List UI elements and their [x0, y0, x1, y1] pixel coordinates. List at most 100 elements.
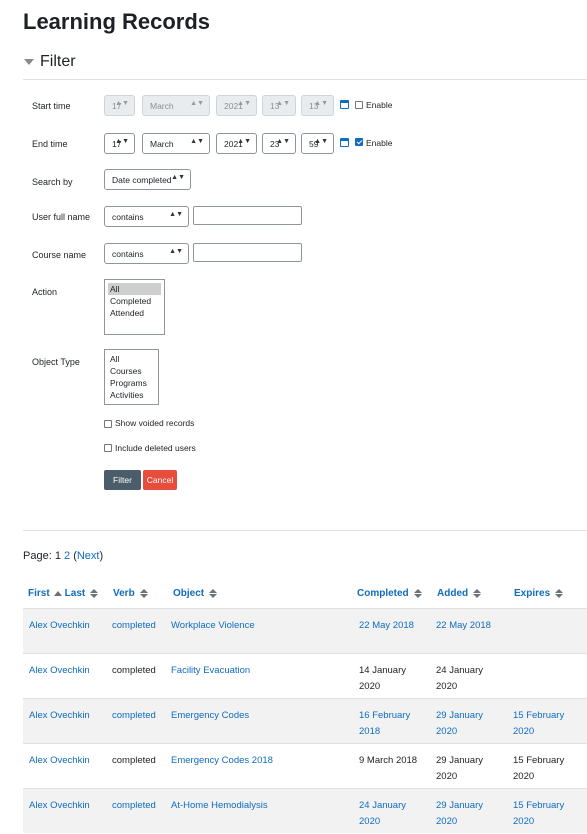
sort-icon[interactable] — [413, 589, 422, 598]
pager-page-2[interactable]: 2 — [64, 550, 70, 562]
verb-cell[interactable]: completed — [112, 618, 156, 634]
filter-button[interactable]: Filter — [104, 470, 141, 490]
user-link[interactable]: Alex Ovechkin — [29, 798, 90, 814]
added-cell-line[interactable]: 29 January — [436, 798, 483, 814]
completed-cell-line[interactable]: 2020 — [359, 814, 406, 830]
start-minute-select[interactable]: 13 ▲▼ — [301, 95, 334, 116]
object-type-option[interactable]: Activities — [108, 389, 155, 401]
select-arrows-icon: ▲▼ — [115, 138, 129, 145]
user-link[interactable]: Alex Ovechkin — [29, 663, 90, 679]
sort-icon[interactable] — [555, 589, 564, 598]
object-link[interactable]: Facility Evacuation — [171, 663, 250, 679]
action-option[interactable]: Attended — [108, 307, 161, 319]
select-arrows-icon: ▲▼ — [237, 100, 251, 107]
completed-cell[interactable]: 24 January 2020 — [359, 798, 406, 830]
end-minute-select[interactable]: 59 ▲▼ — [301, 133, 334, 154]
user-name-operator-select[interactable]: contains ▲▼ — [104, 206, 189, 227]
expires-cell-line[interactable]: 2020 — [513, 814, 564, 830]
table-row: Alex Ovechkin completed Workplace Violence… — [23, 608, 587, 653]
column-header-expires[interactable]: Expires — [514, 588, 564, 599]
sort-asc-icon[interactable] — [53, 591, 62, 596]
added-cell[interactable]: 29 January 2020 — [436, 798, 483, 830]
expires-cell[interactable]: 15 February 2020 — [513, 798, 564, 830]
sort-icon[interactable] — [209, 589, 218, 598]
expires-cell-line[interactable]: 2020 — [513, 724, 564, 740]
start-hour-select[interactable]: 13 ▲▼ — [262, 95, 296, 116]
start-year-select[interactable]: 2021 ▲▼ — [216, 95, 257, 116]
action-listbox[interactable]: All Completed Attended — [104, 279, 165, 335]
object-link[interactable]: Emergency Codes 2018 — [171, 753, 273, 769]
end-time-label: End time — [32, 139, 68, 149]
course-name-operator-select[interactable]: contains ▲▼ — [104, 243, 189, 264]
verb-cell: completed — [112, 665, 156, 676]
added-cell-line[interactable]: 2020 — [436, 814, 483, 830]
verb-cell: completed — [112, 755, 156, 766]
added-cell-line[interactable]: 22 May 2018 — [436, 618, 491, 634]
action-option[interactable]: All — [108, 283, 161, 295]
user-link[interactable]: Alex Ovechkin — [29, 618, 90, 634]
completed-cell-line[interactable]: 22 May 2018 — [359, 618, 414, 634]
expires-cell-line[interactable]: 15 February — [513, 708, 564, 724]
completed-cell-line: 2020 — [359, 681, 381, 692]
user-link[interactable]: Alex Ovechkin — [29, 753, 90, 769]
object-type-option[interactable]: All — [108, 353, 155, 365]
filter-toggle[interactable]: Filter — [24, 53, 76, 71]
end-enable-checkbox[interactable] — [355, 138, 363, 146]
expires-cell[interactable]: 15 February 2020 — [513, 708, 564, 740]
column-header-object[interactable]: Object — [173, 588, 218, 599]
cancel-button[interactable]: Cancel — [143, 470, 177, 490]
user-name-input[interactable] — [193, 206, 302, 225]
object-type-option[interactable]: Courses — [108, 365, 155, 377]
object-type-label: Object Type — [32, 357, 80, 367]
end-year-select[interactable]: 2021 ▲▼ — [216, 133, 257, 154]
object-link[interactable]: At-Home Hemodialysis — [171, 798, 268, 814]
completed-cell-line[interactable]: 2018 — [359, 724, 410, 740]
sort-icon[interactable] — [139, 589, 148, 598]
object-type-option[interactable]: Programs — [108, 377, 155, 389]
sort-icon[interactable] — [90, 589, 99, 598]
start-month-select[interactable]: March ▲▼ — [142, 95, 210, 116]
end-hour-select[interactable]: 23 ▲▼ — [262, 133, 296, 154]
course-name-input[interactable] — [193, 243, 302, 262]
show-voided-checkbox[interactable] — [104, 420, 112, 428]
end-month-select[interactable]: March ▲▼ — [142, 133, 210, 154]
object-link[interactable]: Emergency Codes — [171, 708, 249, 724]
search-by-select[interactable]: Date completed ▲▼ — [104, 169, 191, 190]
start-day-select[interactable]: 17 ▲▼ — [104, 95, 135, 116]
object-link[interactable]: Workplace Violence — [171, 618, 255, 634]
action-option[interactable]: Completed — [108, 295, 161, 307]
end-day-select[interactable]: 17 ▲▼ — [104, 133, 135, 154]
column-header-added[interactable]: Added — [437, 588, 482, 599]
sort-icon[interactable] — [473, 589, 482, 598]
start-enable-checkbox[interactable] — [355, 101, 363, 109]
search-by-label: Search by — [32, 177, 73, 187]
user-link[interactable]: Alex Ovechkin — [29, 708, 90, 724]
completed-cell-line[interactable]: 24 January — [359, 798, 406, 814]
completed-cell-line: 14 January — [359, 665, 407, 676]
pager-next[interactable]: Next — [77, 550, 100, 562]
added-cell[interactable]: 29 January 2020 — [436, 708, 483, 740]
completed-cell-line[interactable]: 16 February — [359, 708, 410, 724]
calendar-icon[interactable] — [340, 100, 349, 109]
select-arrows-icon: ▲▼ — [169, 248, 183, 255]
verb-cell[interactable]: completed — [112, 708, 156, 724]
collapse-triangle-icon — [24, 59, 34, 65]
expires-cell-line[interactable]: 15 February — [513, 798, 564, 814]
object-type-listbox[interactable]: All Courses Programs Activities — [104, 349, 159, 405]
column-header-verb[interactable]: Verb — [113, 588, 148, 599]
pager-current: 1 — [54, 550, 61, 562]
added-cell[interactable]: 22 May 2018 — [436, 618, 491, 634]
include-deleted-checkbox[interactable] — [104, 444, 112, 452]
verb-cell[interactable]: completed — [112, 798, 156, 814]
pager-prefix: Page: — [23, 550, 52, 562]
include-deleted-label: Include deleted users — [115, 443, 196, 453]
completed-cell[interactable]: 16 February 2018 — [359, 708, 410, 740]
added-cell-line[interactable]: 2020 — [436, 724, 483, 740]
added-cell-line[interactable]: 29 January — [436, 708, 483, 724]
completed-cell[interactable]: 22 May 2018 — [359, 618, 414, 634]
show-voided-label: Show voided records — [115, 418, 195, 428]
column-header-completed[interactable]: Completed — [357, 588, 422, 599]
sort-last[interactable]: Last — [65, 588, 86, 599]
sort-first[interactable]: First — [28, 588, 50, 599]
calendar-icon[interactable] — [340, 138, 349, 147]
